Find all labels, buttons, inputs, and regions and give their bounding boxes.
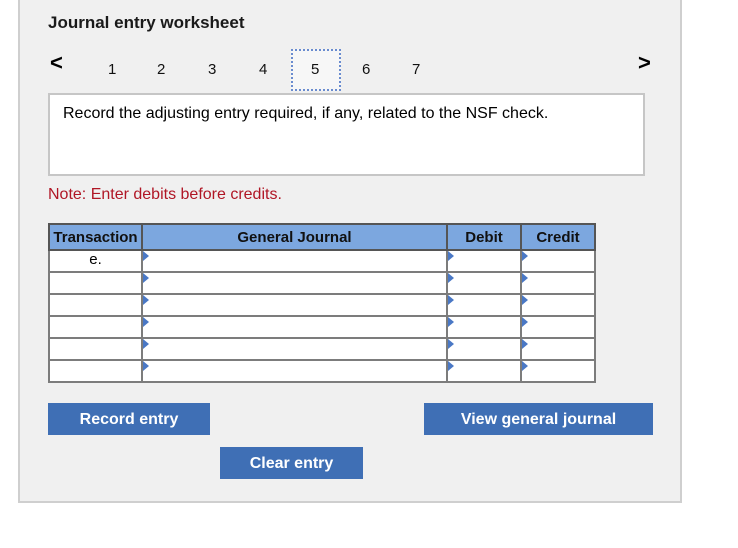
credit-input[interactable] <box>520 315 596 339</box>
debit-input[interactable] <box>446 315 522 339</box>
clear-entry-button[interactable]: Clear entry <box>220 447 363 479</box>
page-2[interactable]: 2 <box>157 61 165 78</box>
account-input[interactable] <box>141 315 448 339</box>
dropdown-marker-icon <box>522 361 528 371</box>
page-4[interactable]: 4 <box>259 61 267 78</box>
debit-input[interactable] <box>446 249 522 273</box>
header-credit: Credit <box>520 223 596 251</box>
transaction-cell[interactable] <box>48 271 143 295</box>
transaction-cell[interactable] <box>48 337 143 361</box>
transaction-cell[interactable]: e. <box>48 249 143 273</box>
table-row: e. <box>48 249 596 273</box>
transaction-cell[interactable] <box>48 359 143 383</box>
page-7[interactable]: 7 <box>412 61 420 78</box>
dropdown-marker-icon <box>143 273 149 283</box>
dropdown-marker-icon <box>448 317 454 327</box>
journal-table: Transaction General Journal Debit Credit… <box>48 223 596 383</box>
header-general-journal: General Journal <box>141 223 448 251</box>
dropdown-marker-icon <box>143 251 149 261</box>
account-input[interactable] <box>141 337 448 361</box>
credit-input[interactable] <box>520 337 596 361</box>
debit-input[interactable] <box>446 271 522 295</box>
dropdown-marker-icon <box>448 273 454 283</box>
credit-input[interactable] <box>520 359 596 383</box>
credit-input[interactable] <box>520 271 596 295</box>
credit-input[interactable] <box>520 293 596 317</box>
page-title: Journal entry worksheet <box>48 13 245 32</box>
dropdown-marker-icon <box>448 339 454 349</box>
table-row <box>48 337 596 361</box>
table-row <box>48 359 596 383</box>
page-5[interactable]: 5 <box>311 61 319 78</box>
header-debit: Debit <box>446 223 522 251</box>
table-row <box>48 293 596 317</box>
transaction-cell[interactable] <box>48 293 143 317</box>
dropdown-marker-icon <box>522 273 528 283</box>
view-general-journal-button[interactable]: View general journal <box>424 403 653 435</box>
debit-input[interactable] <box>446 337 522 361</box>
dropdown-marker-icon <box>448 295 454 305</box>
transaction-cell[interactable] <box>48 315 143 339</box>
account-input[interactable] <box>141 359 448 383</box>
dropdown-marker-icon <box>448 361 454 371</box>
dropdown-marker-icon <box>143 317 149 327</box>
account-input[interactable] <box>141 249 448 273</box>
page-1[interactable]: 1 <box>108 61 116 78</box>
account-input[interactable] <box>141 293 448 317</box>
credit-input[interactable] <box>520 249 596 273</box>
dropdown-marker-icon <box>143 339 149 349</box>
table-row <box>48 315 596 339</box>
header-transaction: Transaction <box>48 223 143 251</box>
debit-input[interactable] <box>446 293 522 317</box>
account-input[interactable] <box>141 271 448 295</box>
dropdown-marker-icon <box>448 251 454 261</box>
dropdown-marker-icon <box>522 317 528 327</box>
prompt-box: Record the adjusting entry required, if … <box>48 93 645 176</box>
debit-input[interactable] <box>446 359 522 383</box>
dropdown-marker-icon <box>143 361 149 371</box>
dropdown-marker-icon <box>143 295 149 305</box>
next-page-icon[interactable]: > <box>638 52 651 74</box>
page-3[interactable]: 3 <box>208 61 216 78</box>
dropdown-marker-icon <box>522 295 528 305</box>
dropdown-marker-icon <box>522 339 528 349</box>
table-row <box>48 271 596 295</box>
record-entry-button[interactable]: Record entry <box>48 403 210 435</box>
note-text: Note: Enter debits before credits. <box>48 186 282 203</box>
prev-page-icon[interactable]: < <box>50 52 63 74</box>
page-6[interactable]: 6 <box>362 61 370 78</box>
prompt-text: Record the adjusting entry required, if … <box>63 105 549 122</box>
dropdown-marker-icon <box>522 251 528 261</box>
